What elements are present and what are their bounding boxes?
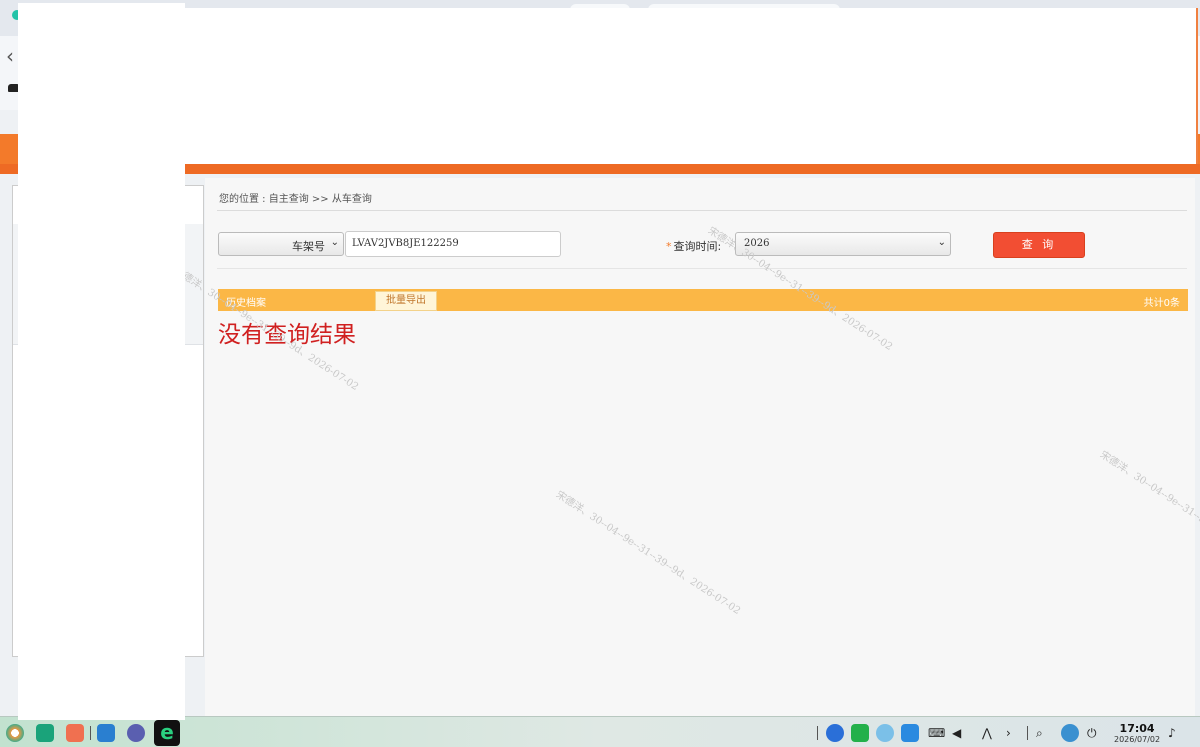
result-count: 共计0条 <box>1143 298 1180 309</box>
breadcrumb: 您的位置 : 自主查询 >> 从车查询 <box>219 194 372 205</box>
query-time-label: * 查询时间: <box>666 238 721 254</box>
required-mark: * <box>666 240 672 253</box>
chevron-down-icon: ⌄ <box>330 237 339 248</box>
search-field-label: 车架号 <box>292 240 325 253</box>
clock-date: 2026/07/02 <box>1114 735 1161 744</box>
browser-app-icon[interactable]: e <box>154 720 180 746</box>
vpn-icon[interactable] <box>851 724 869 742</box>
settings-icon[interactable] <box>127 724 145 742</box>
messenger-icon[interactable] <box>901 724 919 742</box>
app-store-icon[interactable] <box>66 724 84 742</box>
expand-tray-icon[interactable]: › <box>1006 726 1011 740</box>
redacted-sidebar-overlay <box>18 3 185 720</box>
result-header-bar: 历史档案 批量导出 共计0条 <box>218 289 1188 311</box>
query-button[interactable]: 查 询 <box>993 232 1085 258</box>
batch-export-button[interactable]: 批量导出 <box>375 291 437 311</box>
divider <box>217 268 1187 269</box>
search-icon[interactable]: ⌕ <box>1036 726 1043 741</box>
package-icon[interactable] <box>97 724 115 742</box>
query-time-text: 查询时间: <box>673 240 722 253</box>
chevron-down-icon: ⌄ <box>937 237 946 248</box>
cloud-icon[interactable] <box>876 724 894 742</box>
notification-bell-icon[interactable]: ♪ <box>1168 726 1176 740</box>
divider <box>217 210 1187 211</box>
volume-icon[interactable]: ◀ <box>952 726 961 740</box>
security-icon[interactable] <box>826 724 844 742</box>
clock-time: 17:04 <box>1119 722 1155 735</box>
main-content: 您的位置 : 自主查询 >> 从车查询 车架号 ⌄ LVAV2JVB8JE122… <box>205 178 1195 716</box>
file-manager-icon[interactable] <box>36 724 54 742</box>
vin-input[interactable]: LVAV2JVB8JE122259 <box>345 231 561 257</box>
start-menu-icon[interactable] <box>6 724 24 742</box>
redacted-overlay <box>18 8 1198 164</box>
network-icon[interactable]: ⋀ <box>982 726 992 740</box>
year-select[interactable]: 2026 ⌄ <box>735 232 951 256</box>
power-icon[interactable]: ⏻ <box>1087 726 1097 741</box>
keyboard-icon[interactable]: ⌨ <box>928 726 945 740</box>
clock[interactable]: 17:04 2026/07/02 <box>1114 723 1160 745</box>
globe-icon[interactable] <box>1061 724 1079 742</box>
taskbar: e ⌨ ◀ ⋀ › ⌕ ⏻ 17:04 2026/07/02 ♪ <box>0 716 1200 747</box>
search-field-select[interactable]: 车架号 ⌄ <box>218 232 344 256</box>
